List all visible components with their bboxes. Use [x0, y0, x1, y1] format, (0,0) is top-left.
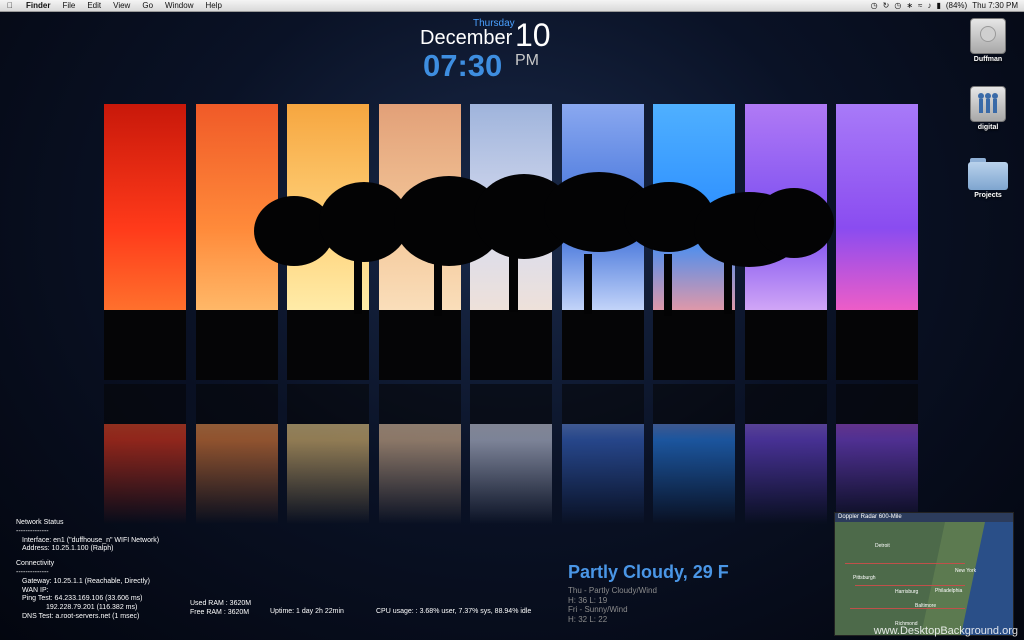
menu-go[interactable]: Go — [136, 1, 159, 10]
menu-edit[interactable]: Edit — [81, 1, 107, 10]
radar-map-widget[interactable]: Doppler Radar 600-Mile Detroit Pittsburg… — [834, 512, 1014, 636]
tree-trunk — [664, 254, 672, 316]
tree-trunk — [584, 254, 592, 314]
wallpaper-reflection — [196, 384, 278, 524]
menu-help[interactable]: Help — [199, 1, 227, 10]
battery-percent: (84%) — [945, 1, 968, 10]
ram-widget: Used RAM : 3620M Free RAM : 3620M — [190, 600, 251, 617]
wallpaper-reflection — [836, 384, 918, 524]
radar-city: Philadelphia — [935, 588, 963, 594]
watermark: www.DesktopBackground.org — [873, 625, 1018, 637]
tree-trunk — [354, 254, 362, 314]
wallpaper-reflection — [470, 384, 552, 524]
clock-time: 07:30 — [423, 48, 503, 83]
forecast-day1-temps: H: 36 L: 19 — [568, 595, 608, 605]
desktop-icon-label: Duffman — [973, 56, 1003, 63]
radar-city: New York — [955, 568, 977, 574]
clock-day: 10 — [515, 17, 551, 53]
free-ram: Free RAM : 3620M — [190, 608, 250, 616]
tree-canopy — [754, 188, 834, 258]
wallpaper-reflection — [287, 384, 369, 524]
separator: -------------- — [16, 527, 49, 535]
menu-finder[interactable]: Finder — [20, 1, 56, 10]
cpu-widget: CPU usage: : 3.68% user, 7.37% sys, 88.9… — [376, 608, 532, 615]
used-ram: Used RAM : 3620M — [190, 600, 252, 607]
network-ping2: 192.228.79.201 (116.382 ms) — [46, 604, 138, 612]
clock-ampm: PM — [515, 52, 539, 69]
radar-city: Detroit — [875, 543, 890, 549]
menu-window[interactable]: Window — [159, 1, 199, 10]
clock-widget: Thursday December 10 07:30 PM — [415, 15, 565, 85]
desktop-icon-digital[interactable]: digital — [958, 86, 1018, 131]
radar-city: Pittsburgh — [853, 575, 876, 581]
network-wan-ip: WAN IP: — [22, 586, 49, 594]
wallpaper-panel — [104, 104, 186, 380]
sync-icon[interactable]: ↻ — [883, 1, 890, 10]
radar-city: Harrisburg — [895, 589, 919, 595]
uptime-widget: Uptime: 1 day 2h 22min — [270, 608, 344, 615]
weather-widget: Partly Cloudy, 29 F Thu - Partly Cloudy/… — [568, 562, 729, 624]
forecast-day1: Thu - Partly Cloudy/Wind — [568, 586, 657, 595]
desktop-icon-label: Projects — [974, 192, 1002, 199]
desktop-icon-label: digital — [977, 124, 999, 131]
menu-file[interactable]: File — [56, 1, 81, 10]
wallpaper-reflection — [379, 384, 461, 524]
hard-drive-icon — [970, 18, 1006, 54]
wallpaper-reflection — [562, 384, 644, 524]
weather-current: Partly Cloudy, 29 F — [568, 562, 729, 582]
desktop-icon-duffman[interactable]: Duffman — [958, 18, 1018, 63]
forecast-day2: Fri - Sunny/Wind — [568, 605, 628, 614]
radar-title: Doppler Radar 600-Mile — [835, 513, 1013, 522]
apple-icon[interactable]:  — [0, 1, 20, 10]
menubar-clock[interactable]: Thu 7:30 PM — [972, 1, 1018, 10]
network-gateway: Gateway: 10.25.1.1 (Reachable, Directly) — [22, 577, 151, 585]
folder-icon — [968, 158, 1008, 190]
battery-icon[interactable]: ▮ — [936, 1, 940, 10]
separator: -------------- — [16, 568, 49, 576]
network-drive-icon — [970, 86, 1006, 122]
wallpaper-reflection — [653, 384, 735, 524]
clock-month: December — [420, 27, 513, 49]
wifi-icon[interactable]: ≈ — [918, 1, 922, 10]
network-status-title: Network Status — [16, 519, 64, 526]
network-status-widget: Network Status -------------- Interface:… — [16, 519, 159, 622]
forecast-day2-temps: H: 32 L: 22 — [568, 614, 608, 624]
desktop-icon-projects[interactable]: Projects — [958, 158, 1018, 199]
wallpaper-reflection — [104, 384, 186, 524]
tree-trunk — [434, 254, 442, 316]
volume-icon[interactable]: ♪ — [927, 1, 931, 10]
tree-trunk — [724, 254, 732, 314]
menu-bar:  Finder File Edit View Go Window Help ◷… — [0, 0, 1024, 12]
wallpaper-reflection — [745, 384, 827, 524]
clock-icon[interactable]: ◷ — [894, 1, 901, 10]
network-interface: Interface: en1 ("duffhouse_n" WIFI Netwo… — [22, 536, 160, 544]
network-address: Address: 10.25.1.100 (Ralph) — [22, 545, 114, 553]
tree-trunk — [509, 254, 518, 312]
bluetooth-icon[interactable]: ∗ — [906, 1, 913, 10]
time-machine-icon[interactable]: ◷ — [871, 1, 878, 10]
network-dns: DNS Test: a.root-servers.net (1 msec) — [22, 612, 140, 620]
radar-city: Baltimore — [915, 603, 937, 609]
wallpaper-panel — [836, 104, 918, 380]
menu-view[interactable]: View — [107, 1, 136, 10]
network-ping1: Ping Test: 64.233.169.106 (33.606 ms) — [22, 595, 143, 603]
connectivity-title: Connectivity — [16, 560, 55, 568]
